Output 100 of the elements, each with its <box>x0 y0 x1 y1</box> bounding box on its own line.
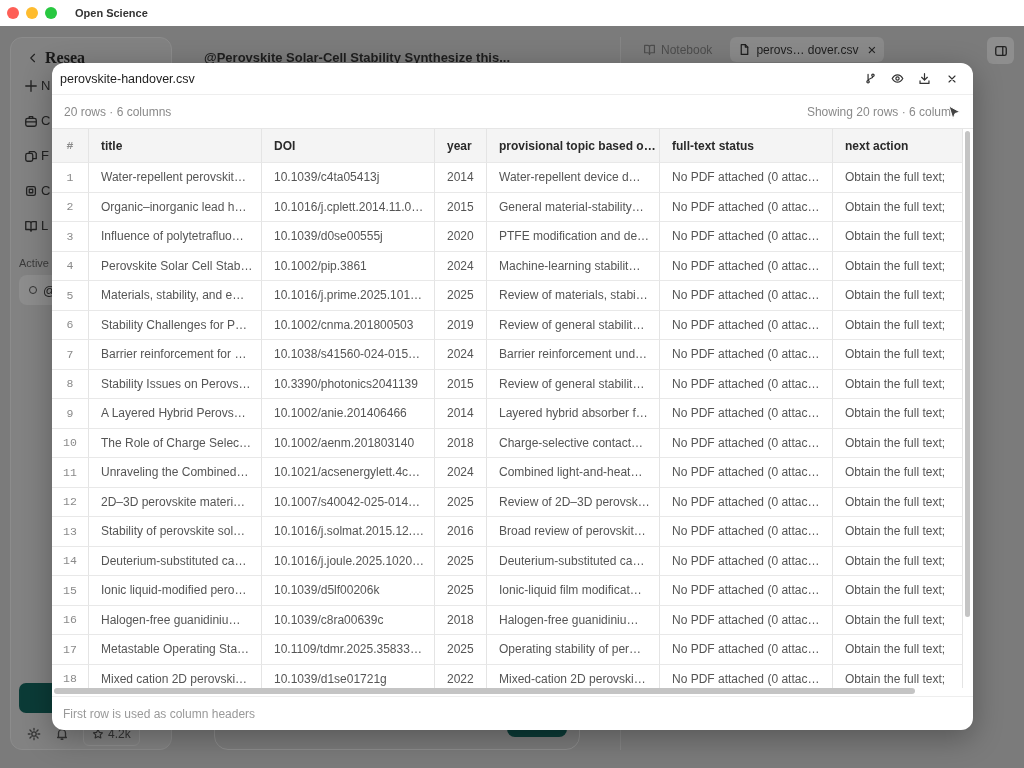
table-cell: Water-repellent perovskit… <box>89 163 262 193</box>
table-cell: No PDF attached (0 attac… <box>660 222 833 252</box>
table-cell: Obtain the full text; <box>833 458 963 488</box>
table-cell: Obtain the full text; <box>833 635 963 665</box>
table-cell: Deuterium-substituted ca… <box>89 546 262 576</box>
book-icon <box>24 218 38 233</box>
row-number: 15 <box>52 576 89 606</box>
dialog-title: perovskite-handover.csv <box>60 71 195 86</box>
table-cell: Stability of perovskite sol… <box>89 517 262 547</box>
table-cell: General material-stability… <box>487 192 660 222</box>
horizontal-scrollbar[interactable] <box>54 688 915 694</box>
sidebar-title: Resea <box>45 49 85 67</box>
table-cell: Halogen-free guanidiniu… <box>89 605 262 635</box>
eye-icon <box>891 72 904 85</box>
row-number: 7 <box>52 340 89 370</box>
table-cell: Operating stability of per… <box>487 635 660 665</box>
table-cell: 10.1039/d5lf00206k <box>262 576 435 606</box>
table-cell: Obtain the full text; <box>833 310 963 340</box>
table-cell: No PDF attached (0 attac… <box>660 192 833 222</box>
window-title: Open Science <box>75 7 148 19</box>
table-cell: Layered hybrid absorber f… <box>487 399 660 429</box>
row-number: 1 <box>52 163 89 193</box>
table-cell: 2025 <box>435 546 487 576</box>
table-cell: Obtain the full text; <box>833 281 963 311</box>
zoom-window-button[interactable] <box>45 7 57 19</box>
table-cell: 10.1016/j.solmat.2015.12.… <box>262 517 435 547</box>
table-cell: Materials, stability, and e… <box>89 281 262 311</box>
table-cell: No PDF attached (0 attac… <box>660 576 833 606</box>
column-header[interactable]: title <box>89 129 262 163</box>
star-icon <box>92 728 104 740</box>
column-header[interactable]: # <box>52 129 89 163</box>
table-cell: 2019 <box>435 310 487 340</box>
table-cell: Broad review of perovskit… <box>487 517 660 547</box>
table-cell: 10.1039/c8ra00639c <box>262 605 435 635</box>
panel-toggle-button[interactable] <box>987 37 1014 64</box>
table-cell: Obtain the full text; <box>833 340 963 370</box>
document-tab[interactable]: perovs… dover.csv × <box>730 37 885 62</box>
row-number: 5 <box>52 281 89 311</box>
column-header[interactable]: next action <box>833 129 963 163</box>
row-number: 17 <box>52 635 89 665</box>
section-label: Active <box>19 257 49 269</box>
row-number: 13 <box>52 517 89 547</box>
table-cell: 2025 <box>435 281 487 311</box>
table-cell: Organic–inorganic lead h… <box>89 192 262 222</box>
table-cell: Review of 2D–3D perovsk… <box>487 487 660 517</box>
close-window-button[interactable] <box>7 7 19 19</box>
column-header[interactable]: provisional topic based o… <box>487 129 660 163</box>
table-cell: No PDF attached (0 attac… <box>660 163 833 193</box>
sidebar-item[interactable]: L <box>41 218 49 233</box>
table-cell: No PDF attached (0 attac… <box>660 399 833 429</box>
row-number: 16 <box>52 605 89 635</box>
table-cell: No PDF attached (0 attac… <box>660 369 833 399</box>
files-icon <box>24 148 38 163</box>
row-number: 8 <box>52 369 89 399</box>
table-cell: Obtain the full text; <box>833 546 963 576</box>
table-cell: 2020 <box>435 222 487 252</box>
table-cell: Obtain the full text; <box>833 576 963 606</box>
row-number: 10 <box>52 428 89 458</box>
table-cell: Obtain the full text; <box>833 605 963 635</box>
row-number: 9 <box>52 399 89 429</box>
table-cell: Obtain the full text; <box>833 487 963 517</box>
table-cell: No PDF attached (0 attac… <box>660 546 833 576</box>
table-cell: 10.1002/pip.3861 <box>262 251 435 281</box>
column-header[interactable]: full-text status <box>660 129 833 163</box>
table-cell: 2018 <box>435 605 487 635</box>
column-header[interactable]: DOI <box>262 129 435 163</box>
table-cell: 2024 <box>435 458 487 488</box>
sidebar-item[interactable]: C <box>41 183 51 198</box>
showing-count: Showing 20 rows · 6 colum <box>806 104 951 119</box>
table-cell: No PDF attached (0 attac… <box>660 281 833 311</box>
table-cell: Obtain the full text; <box>833 399 963 429</box>
row-number: 14 <box>52 546 89 576</box>
sidebar-icon <box>993 43 1008 58</box>
table-cell: Combined light-and-heat… <box>487 458 660 488</box>
vertical-scrollbar[interactable] <box>965 131 970 617</box>
table-cell: 10.1016/j.cplett.2014.11.0… <box>262 192 435 222</box>
sidebar-item[interactable]: C <box>41 113 51 128</box>
bell-icon <box>55 727 69 741</box>
table-cell: Review of materials, stabi… <box>487 281 660 311</box>
table-cell: No PDF attached (0 attac… <box>660 635 833 665</box>
sidebar-item[interactable]: N <box>41 78 51 93</box>
table-cell: 10.1007/s40042-025-014… <box>262 487 435 517</box>
table-cell: 10.1039/c4ta05413j <box>262 163 435 193</box>
table-cell: A Layered Hybrid Perovs… <box>89 399 262 429</box>
table-cell: Charge-selective contact… <box>487 428 660 458</box>
table-cell: 2024 <box>435 340 487 370</box>
table-cell: 10.1002/aenm.201803140 <box>262 428 435 458</box>
table-cell: 10.1039/d0se00555j <box>262 222 435 252</box>
table-cell: Review of general stabilit… <box>487 310 660 340</box>
sidebar-item[interactable]: F <box>41 148 49 163</box>
minimize-window-button[interactable] <box>26 7 38 19</box>
table-cell: The Role of Charge Selec… <box>89 428 262 458</box>
table-cell: No PDF attached (0 attac… <box>660 251 833 281</box>
table-cell: No PDF attached (0 attac… <box>660 340 833 370</box>
table-cell: Water-repellent device d… <box>487 163 660 193</box>
column-header[interactable]: year <box>435 129 487 163</box>
table-cell: Influence of polytetrafluo… <box>89 222 262 252</box>
table-cell: 2025 <box>435 487 487 517</box>
row-number: 6 <box>52 310 89 340</box>
row-number: 12 <box>52 487 89 517</box>
